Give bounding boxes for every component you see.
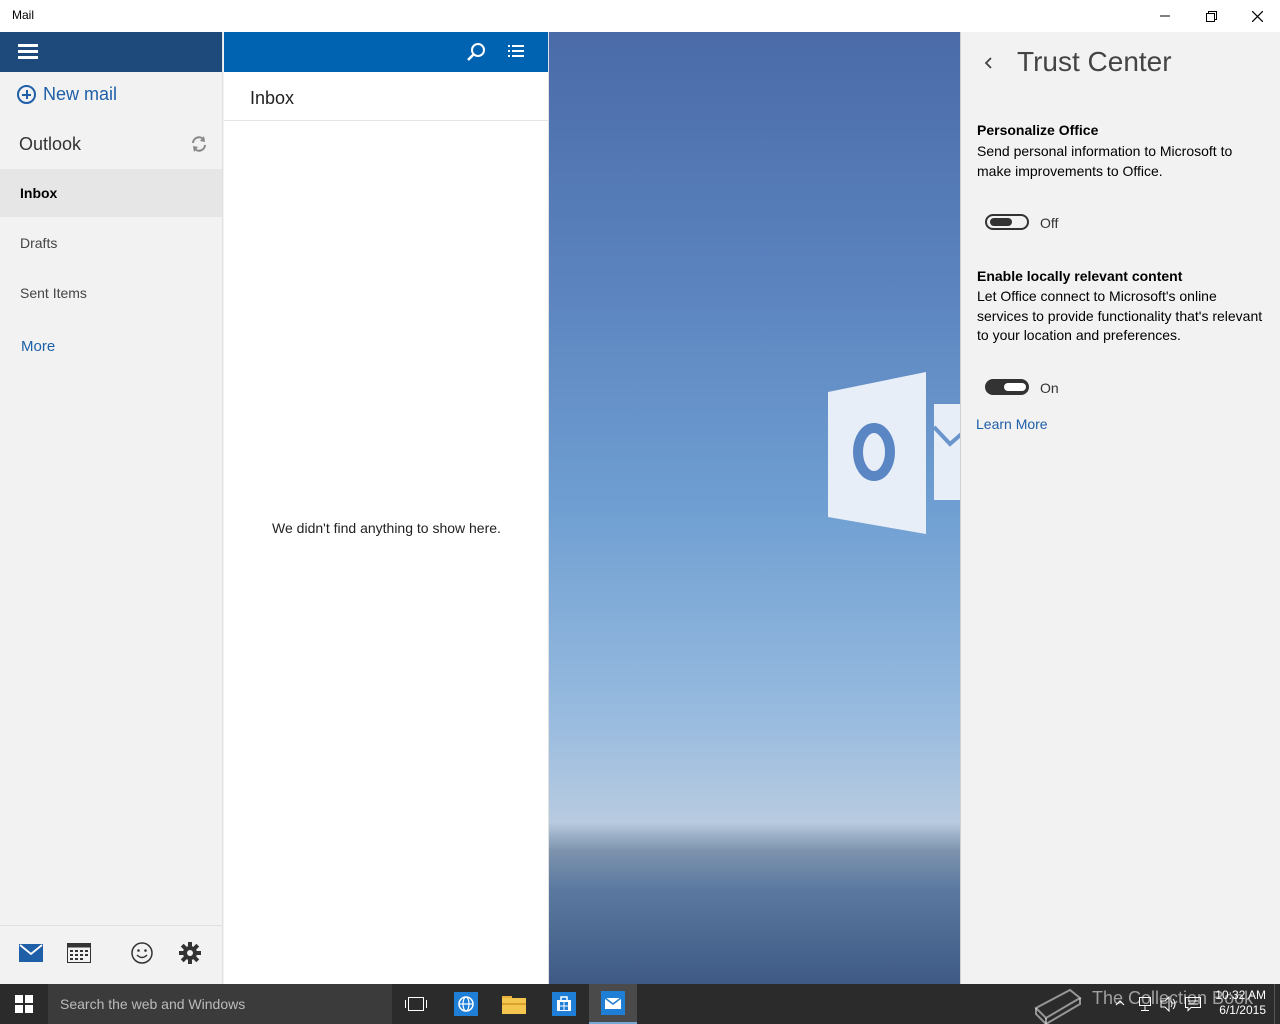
- show-hidden-icons-chevron-up-icon[interactable]: [1115, 996, 1125, 1014]
- more-folders-link[interactable]: More: [21, 338, 55, 355]
- folder-inbox-label: Inbox: [20, 185, 58, 201]
- hamburger-menu-icon[interactable]: [18, 44, 38, 60]
- mail-icon[interactable]: [18, 940, 44, 966]
- empty-state-message: We didn't find anything to show here.: [272, 520, 501, 536]
- account-name: Outlook: [19, 134, 82, 154]
- clock-date: 6/1/2015: [1219, 1003, 1266, 1017]
- learn-more-link[interactable]: Learn More: [976, 416, 1048, 432]
- message-list-pane: Inbox We didn't find anything to show he…: [224, 32, 549, 984]
- folder-pane-header: [0, 32, 222, 72]
- filter-list-icon[interactable]: [508, 44, 524, 58]
- outlook-logo-icon: [828, 372, 960, 534]
- start-button[interactable]: [0, 984, 48, 1024]
- system-clock[interactable]: 10:32 AM 6/1/2015: [1206, 988, 1266, 1018]
- taskbar: Search the web and Windows The Collectio…: [0, 984, 1280, 1024]
- panel-title: Trust Center: [1017, 46, 1172, 77]
- new-mail-button[interactable]: New mail: [17, 84, 117, 105]
- folder-title: Inbox: [250, 88, 295, 108]
- folder-inbox[interactable]: Inbox: [0, 169, 222, 217]
- title-bar: Mail: [0, 0, 1280, 32]
- close-button[interactable]: [1234, 0, 1280, 32]
- show-desktop-button[interactable]: [1274, 984, 1280, 1024]
- reading-pane-background: [549, 32, 960, 984]
- store-icon[interactable]: [540, 984, 588, 1024]
- mail-app-icon[interactable]: [589, 984, 637, 1024]
- task-view-icon[interactable]: [392, 984, 440, 1024]
- action-center-icon[interactable]: [1185, 996, 1201, 1017]
- folder-pane: New mail Outlook Inbox Drafts Sent Items…: [0, 32, 223, 984]
- settings-gear-icon[interactable]: [177, 940, 203, 966]
- file-explorer-icon[interactable]: [490, 984, 538, 1024]
- personalize-office-toggle[interactable]: [985, 214, 1029, 230]
- taskbar-search-box[interactable]: Search the web and Windows: [48, 984, 392, 1024]
- app-switcher-bar: [0, 925, 222, 984]
- taskbar-search-placeholder: Search the web and Windows: [60, 996, 246, 1012]
- local-content-toggle[interactable]: [985, 379, 1029, 395]
- search-icon[interactable]: [466, 42, 486, 62]
- back-button[interactable]: [981, 54, 999, 74]
- calendar-icon[interactable]: [66, 940, 92, 966]
- new-mail-label: New mail: [43, 84, 118, 104]
- folder-sent-items[interactable]: Sent Items: [0, 269, 222, 317]
- chevron-left-icon: [984, 57, 992, 69]
- local-content-description: Let Office connect to Microsoft's online…: [977, 288, 1263, 343]
- sync-icon[interactable]: [190, 135, 208, 153]
- personalize-office-description: Send personal information to Microsoft t…: [977, 143, 1233, 179]
- folder-sent-items-label: Sent Items: [20, 285, 87, 301]
- minimize-icon: [1160, 15, 1170, 17]
- close-icon: [1251, 10, 1263, 22]
- personalize-office-toggle-state: Off: [1040, 215, 1059, 231]
- window-title: Mail: [12, 8, 35, 22]
- divider: [224, 120, 549, 121]
- trust-center-panel: Trust Center Personalize Office Send per…: [960, 32, 1280, 984]
- restore-icon: [1205, 10, 1217, 22]
- message-list-header: [224, 32, 548, 72]
- clock-time: 10:32 AM: [1215, 988, 1266, 1002]
- internet-explorer-icon[interactable]: [442, 984, 490, 1024]
- feedback-smiley-icon[interactable]: [129, 940, 155, 966]
- minimize-button[interactable]: [1142, 0, 1188, 32]
- volume-icon[interactable]: [1160, 995, 1178, 1017]
- local-content-heading: Enable locally relevant content: [977, 268, 1183, 284]
- add-circle-icon: [17, 85, 36, 104]
- network-icon[interactable]: [1137, 996, 1153, 1017]
- local-content-toggle-state: On: [1040, 380, 1059, 396]
- book-logo-icon: [1034, 988, 1082, 1024]
- folder-drafts[interactable]: Drafts: [0, 219, 222, 267]
- folder-drafts-label: Drafts: [20, 235, 58, 251]
- windows-logo-icon: [15, 995, 33, 1013]
- personalize-office-heading: Personalize Office: [977, 122, 1099, 138]
- restore-button[interactable]: [1188, 0, 1234, 32]
